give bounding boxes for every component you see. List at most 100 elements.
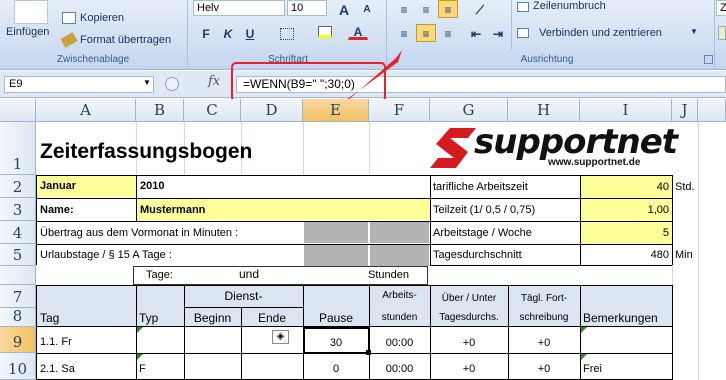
align-middle-icon[interactable]: ≡ (416, 0, 436, 18)
row-header[interactable] (0, 266, 36, 285)
border-line (36, 198, 430, 199)
name-label: Name: (40, 204, 74, 216)
name-box[interactable]: E9 (4, 76, 154, 93)
vacation-input-cell[interactable] (304, 245, 368, 266)
number-format-combo[interactable]: Zahl (716, 0, 726, 16)
year-value[interactable]: 2010 (140, 177, 164, 195)
italic-button[interactable]: K (218, 24, 238, 42)
paste-button[interactable]: Einfügen (6, 26, 49, 38)
bold-button[interactable]: F (196, 24, 216, 42)
border-line (430, 265, 672, 266)
vacation-label: Urlaubstage / § 15 A Tage : (40, 249, 172, 261)
merge-center-button[interactable]: Verbinden und zentrieren (539, 27, 662, 39)
format-painter-icon[interactable] (60, 32, 78, 48)
border-line (136, 198, 137, 221)
column-header[interactable]: A (36, 99, 136, 122)
underline-button[interactable]: U (240, 24, 260, 42)
borders-icon[interactable] (280, 28, 294, 40)
align-bottom-icon[interactable]: ≡ (438, 0, 458, 18)
align-top-icon[interactable]: ≡ (394, 0, 414, 18)
row9-pause[interactable]: 30 (303, 334, 369, 352)
clipboard-group-label: Zwischenablage (56, 54, 130, 65)
hours-label: Stunden (368, 269, 409, 281)
column-header[interactable]: D (241, 99, 303, 122)
row10-pause[interactable]: 0 (303, 360, 369, 378)
copy-button[interactable]: Kopieren (80, 12, 124, 24)
row9-arbeit: 00:00 (385, 337, 414, 349)
column-header[interactable] (698, 99, 726, 122)
alignment-group-label: Ausrichtung (520, 54, 574, 65)
orientation-icon[interactable]: ⟋ (470, 0, 490, 18)
error-warning-icon[interactable]: ◈ (272, 330, 289, 344)
column-header[interactable]: B (136, 99, 184, 122)
column-header[interactable]: F (369, 99, 430, 122)
row-header[interactable]: 10 (0, 353, 36, 380)
row10-typ[interactable]: F (139, 360, 146, 378)
row10-tag[interactable]: 2.1. Sa (40, 360, 75, 378)
name-value[interactable]: Mustermann (140, 201, 205, 219)
parttime-value[interactable]: 1,00 (581, 201, 669, 219)
row-header[interactable]: 8 (0, 307, 36, 327)
row-header[interactable]: 5 (0, 244, 36, 266)
row9-tag[interactable]: 1.1. Fr (40, 333, 72, 351)
insert-function-icon[interactable]: fx (208, 74, 220, 89)
align-center-icon[interactable]: ≡ (416, 24, 436, 42)
align-right-icon[interactable]: ≡ (438, 24, 458, 42)
border-line (430, 175, 672, 176)
currency-icon[interactable] (718, 26, 726, 40)
border-line (430, 175, 431, 265)
column-header[interactable]: J (672, 99, 698, 122)
dailyavg-unit: Min (675, 249, 693, 261)
select-all-corner[interactable] (0, 99, 36, 122)
row-header-selected[interactable]: 9 (0, 327, 36, 353)
row-header[interactable]: 2 (0, 175, 36, 198)
column-header[interactable]: I (580, 99, 672, 122)
wrap-text-button[interactable]: Zeilenumbruch (533, 0, 606, 12)
workdays-value[interactable]: 5 (581, 224, 669, 242)
header-beginn: Beginn (193, 311, 232, 325)
month-value[interactable]: Januar (40, 177, 76, 195)
row-header[interactable]: 1 (0, 122, 36, 175)
row10-ueber: +0 (462, 363, 476, 375)
formula-bar-toggle-icon[interactable] (165, 77, 179, 91)
border-line (36, 244, 430, 245)
logo-text: supportnet (474, 122, 678, 162)
wrap-text-icon[interactable] (517, 2, 529, 12)
shrink-font-icon[interactable]: A (357, 0, 377, 18)
paste-icon[interactable] (14, 0, 48, 24)
row10-bem[interactable]: Frei (583, 360, 602, 378)
fill-color-icon[interactable] (318, 26, 332, 38)
header-bemerkungen: Bemerkungen (583, 311, 658, 325)
format-painter-button[interactable]: Format übertragen (80, 34, 171, 46)
row9-fort: +0 (537, 337, 551, 349)
row-header[interactable]: 4 (0, 221, 36, 244)
column-header[interactable]: H (508, 99, 580, 122)
column-header[interactable]: G (430, 99, 508, 122)
increase-indent-icon[interactable]: ⇥ (488, 24, 508, 42)
gridline (303, 122, 304, 175)
merge-dropdown-icon[interactable]: ▼ (690, 27, 698, 36)
align-left-icon[interactable]: ≡ (394, 24, 414, 42)
dialog-launcher-icon[interactable] (704, 55, 713, 64)
name-box-dropdown-icon[interactable]: ▼ (143, 78, 151, 87)
copy-icon[interactable] (62, 12, 76, 24)
column-header-selected[interactable]: E (303, 99, 369, 122)
border-line (580, 175, 581, 265)
grow-font-icon[interactable]: A (334, 0, 354, 18)
row-header[interactable]: 3 (0, 198, 36, 221)
column-header[interactable]: C (184, 99, 241, 122)
decrease-indent-icon[interactable]: ⇤ (466, 24, 486, 42)
header-taegl-fort: Tägl. Fort- (520, 293, 568, 304)
ribbon-separator (511, 0, 512, 50)
merge-center-icon[interactable] (517, 28, 529, 38)
tarif-value[interactable]: 40 (581, 178, 669, 196)
font-color-icon[interactable]: A (348, 22, 368, 40)
carryover-input-cell[interactable] (304, 222, 368, 243)
carryover-input-cell[interactable] (370, 222, 429, 243)
font-size-combo[interactable]: 10 (287, 0, 327, 16)
header-ueber-unter: Über / Unter (441, 293, 497, 304)
font-name-combo[interactable]: Helv (193, 0, 285, 16)
border-line (36, 175, 37, 265)
vacation-input-cell[interactable] (370, 245, 429, 266)
row-header[interactable]: 7 (0, 285, 36, 308)
